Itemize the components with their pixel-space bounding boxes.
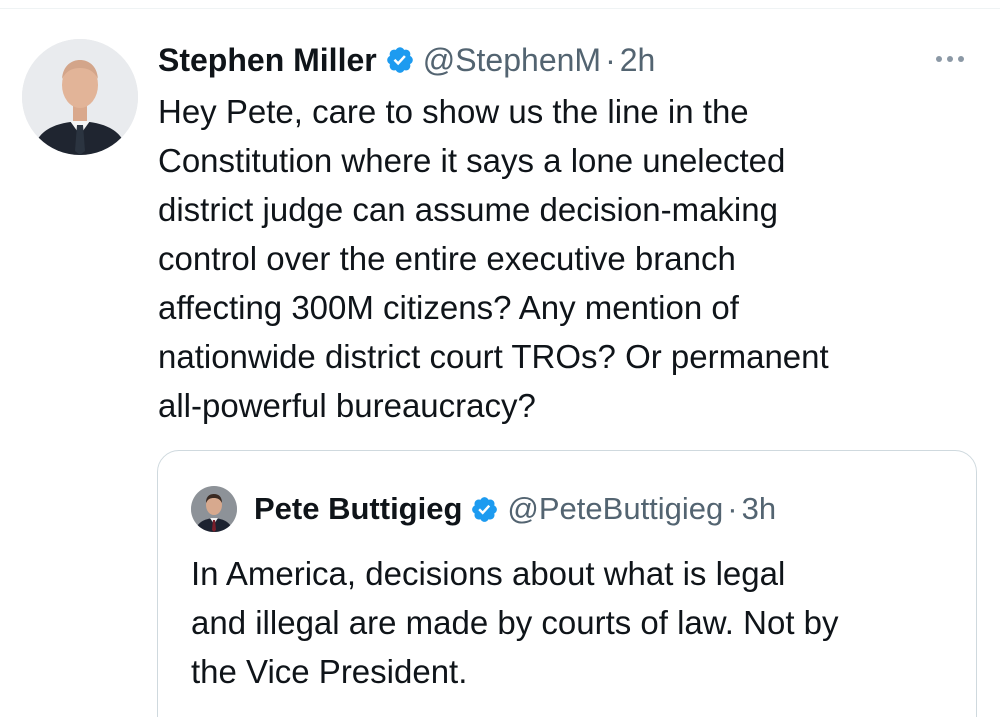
quoted-timestamp[interactable]: 3h <box>742 489 776 529</box>
avatar-image <box>22 39 138 155</box>
timestamp[interactable]: 2h <box>620 40 656 80</box>
quoted-header: Pete Buttigieg @PeteButtigieg · 3h <box>254 489 776 529</box>
author-handle[interactable]: @StephenM <box>423 40 601 80</box>
tweet-header: Stephen Miller @StephenM · 2h <box>158 40 655 80</box>
tweet-text: Hey Pete, care to show us the line in th… <box>158 93 829 424</box>
quoted-author-name[interactable]: Pete Buttigieg <box>254 489 462 529</box>
tweet-screenshot: Stephen Miller @StephenM · 2h Hey Pete, … <box>0 0 1000 717</box>
separator-dot: · <box>605 42 616 78</box>
quoted-author-handle[interactable]: @PeteButtigieg <box>507 489 723 529</box>
avatar[interactable] <box>22 39 138 155</box>
verified-badge-icon[interactable] <box>470 495 499 524</box>
quoted-tweet-text: In America, decisions about what is lega… <box>191 555 839 690</box>
quoted-avatar[interactable] <box>191 486 237 532</box>
quoted-avatar-image <box>191 486 237 532</box>
more-options-icon[interactable] <box>926 44 974 74</box>
quoted-tweet-card[interactable]: Pete Buttigieg @PeteButtigieg · 3h In Am… <box>157 450 977 717</box>
author-name[interactable]: Stephen Miller <box>158 40 377 80</box>
divider <box>0 8 1000 9</box>
separator-dot: · <box>727 491 738 526</box>
verified-badge-icon[interactable] <box>385 45 415 75</box>
